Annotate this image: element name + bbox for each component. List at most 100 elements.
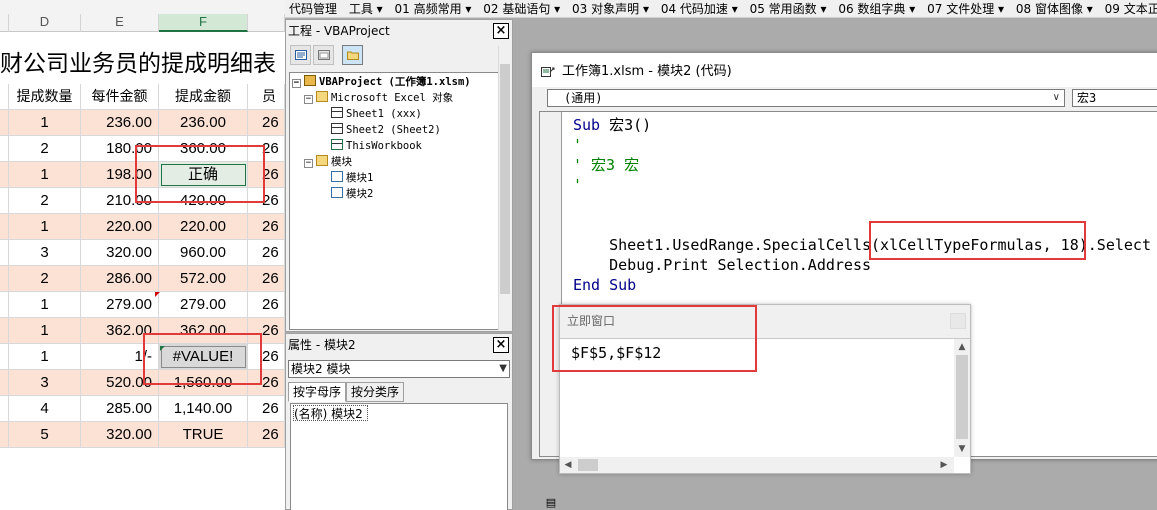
table-cell[interactable]	[0, 188, 9, 214]
cell-qty[interactable]: 5	[9, 422, 81, 448]
code-line-4[interactable]: '	[573, 175, 582, 195]
tab-alphabetic[interactable]: 按字母序	[288, 382, 347, 402]
cell-price[interactable]: 236.00	[81, 110, 159, 136]
code-line-3[interactable]: ' 宏3 宏	[573, 155, 639, 175]
collapse-icon[interactable]: −	[304, 159, 313, 168]
code-line-5[interactable]: Sheet1.UsedRange.SpecialCells(xlCellType…	[573, 235, 1151, 255]
error-indicator-icon[interactable]	[160, 346, 165, 351]
cell-qty[interactable]: 1	[9, 162, 81, 188]
scroll-down-icon[interactable]: ▼	[954, 441, 970, 457]
cell-qty[interactable]: 1	[9, 318, 81, 344]
table-cell[interactable]	[0, 162, 9, 188]
cell-amount[interactable]: 1,560.00	[159, 370, 248, 396]
menu-03[interactable]: 03 对象声明 ▾	[568, 0, 653, 17]
cell-employee[interactable]: 26	[248, 318, 285, 344]
scroll-left-icon[interactable]: ◀	[560, 457, 576, 473]
immediate-horizontal-scrollbar[interactable]: ◀ ▶	[560, 457, 954, 473]
view-object-button[interactable]	[313, 45, 334, 65]
header-amount[interactable]: 提成金额	[159, 84, 248, 110]
scroll-up-icon[interactable]: ▲	[954, 339, 970, 355]
table-cell[interactable]	[0, 292, 9, 318]
cell-price[interactable]: 1/-	[81, 344, 159, 370]
cell-qty[interactable]: 3	[9, 240, 81, 266]
header-employee[interactable]: 员	[248, 84, 285, 110]
cell-qty[interactable]: 1	[9, 110, 81, 136]
cell-amount[interactable]: 362.00	[159, 318, 248, 344]
table-cell[interactable]	[0, 344, 9, 370]
menu-02[interactable]: 02 基础语句 ▾	[479, 0, 564, 17]
cell-amount[interactable]: 360.00	[159, 136, 248, 162]
header-qty[interactable]: 提成数量	[9, 84, 81, 110]
cell-amount[interactable]: 220.00	[159, 214, 248, 240]
menu-tools[interactable]: 工具 ▾	[345, 0, 387, 17]
view-toggle-icon[interactable]: ▤	[542, 496, 560, 510]
table-cell[interactable]	[0, 266, 9, 292]
header-price[interactable]: 每件金额	[81, 84, 159, 110]
scrollbar-thumb[interactable]	[500, 64, 510, 294]
cell-employee[interactable]: 26	[248, 162, 285, 188]
table-cell[interactable]	[0, 396, 9, 422]
scrollbar-thumb[interactable]	[956, 355, 968, 439]
menu-09[interactable]: 09 文本正则 ▾	[1101, 0, 1157, 17]
cell-employee[interactable]: 26	[248, 240, 285, 266]
cell-price[interactable]: 180.00	[81, 136, 159, 162]
cell-employee[interactable]: 26	[248, 110, 285, 136]
table-cell[interactable]	[0, 318, 9, 344]
project-scrollbar[interactable]	[498, 46, 511, 330]
table-cell[interactable]	[0, 240, 9, 266]
scrollbar-thumb[interactable]	[578, 459, 598, 471]
toggle-folders-button[interactable]	[342, 45, 363, 65]
menu-06[interactable]: 06 数组字典 ▾	[834, 0, 919, 17]
view-code-button[interactable]	[290, 45, 311, 65]
collapse-icon[interactable]: −	[292, 79, 301, 88]
comment-indicator-icon[interactable]	[155, 292, 160, 297]
cell-price[interactable]: 520.00	[81, 370, 159, 396]
menu-08[interactable]: 08 窗体图像 ▾	[1012, 0, 1097, 17]
cell-qty[interactable]: 1	[9, 344, 81, 370]
cell-price[interactable]: 198.00	[81, 162, 159, 188]
cell-amount[interactable]: 正确	[159, 162, 248, 188]
project-close-button[interactable]: ×	[493, 23, 509, 39]
tab-categorized[interactable]: 按分类序	[346, 382, 405, 402]
immediate-output-area[interactable]: $F$5,$F$12 ▲ ▼ ◀ ▶	[560, 338, 970, 473]
cell-price[interactable]: 220.00	[81, 214, 159, 240]
cell-amount[interactable]: 960.00	[159, 240, 248, 266]
menu-code-manage[interactable]: 代码管理	[285, 0, 341, 17]
table-cell[interactable]	[0, 84, 9, 110]
cell-amount[interactable]: TRUE	[159, 422, 248, 448]
cell-amount[interactable]: 572.00	[159, 266, 248, 292]
immediate-close-button[interactable]	[950, 313, 966, 329]
column-header-d[interactable]: D	[9, 14, 81, 32]
menu-05[interactable]: 05 常用函数 ▾	[746, 0, 831, 17]
tree-node-thisworkbook[interactable]: ThisWorkbook	[331, 138, 422, 154]
cell-employee[interactable]: 26	[248, 422, 285, 448]
column-header-c[interactable]	[0, 14, 9, 32]
cell-qty[interactable]: 3	[9, 370, 81, 396]
tree-node-sheet1[interactable]: Sheet1 (xxx)	[331, 106, 422, 122]
tree-node-modules[interactable]: − 模块	[304, 154, 352, 170]
table-cell[interactable]	[0, 422, 9, 448]
cell-amount[interactable]: 1,140.00	[159, 396, 248, 422]
cell-employee[interactable]: 26	[248, 214, 285, 240]
column-header-g[interactable]	[248, 14, 285, 32]
code-line-7[interactable]: End Sub	[573, 275, 636, 295]
code-line-2[interactable]: '	[573, 135, 582, 155]
column-header-f[interactable]: F	[159, 14, 248, 32]
cell-price[interactable]: 210.00	[81, 188, 159, 214]
cell-price[interactable]: 285.00	[81, 396, 159, 422]
table-cell[interactable]	[0, 110, 9, 136]
cell-price[interactable]: 362.00	[81, 318, 159, 344]
cell-employee[interactable]: 26	[248, 136, 285, 162]
properties-object-select[interactable]: 模块2 模块 ▼	[288, 360, 510, 378]
cell-amount[interactable]: 236.00	[159, 110, 248, 136]
cell-qty[interactable]: 4	[9, 396, 81, 422]
cell-qty[interactable]: 2	[9, 188, 81, 214]
cell-amount[interactable]: 420.00	[159, 188, 248, 214]
immediate-vertical-scrollbar[interactable]: ▲ ▼	[954, 339, 970, 457]
cell-price[interactable]: 286.00	[81, 266, 159, 292]
cell-employee[interactable]: 26	[248, 344, 285, 370]
cell-price[interactable]: 320.00	[81, 422, 159, 448]
cell-employee[interactable]: 26	[248, 396, 285, 422]
menu-04[interactable]: 04 代码加速 ▾	[657, 0, 742, 17]
procedure-select[interactable]: 宏3	[1072, 89, 1157, 107]
